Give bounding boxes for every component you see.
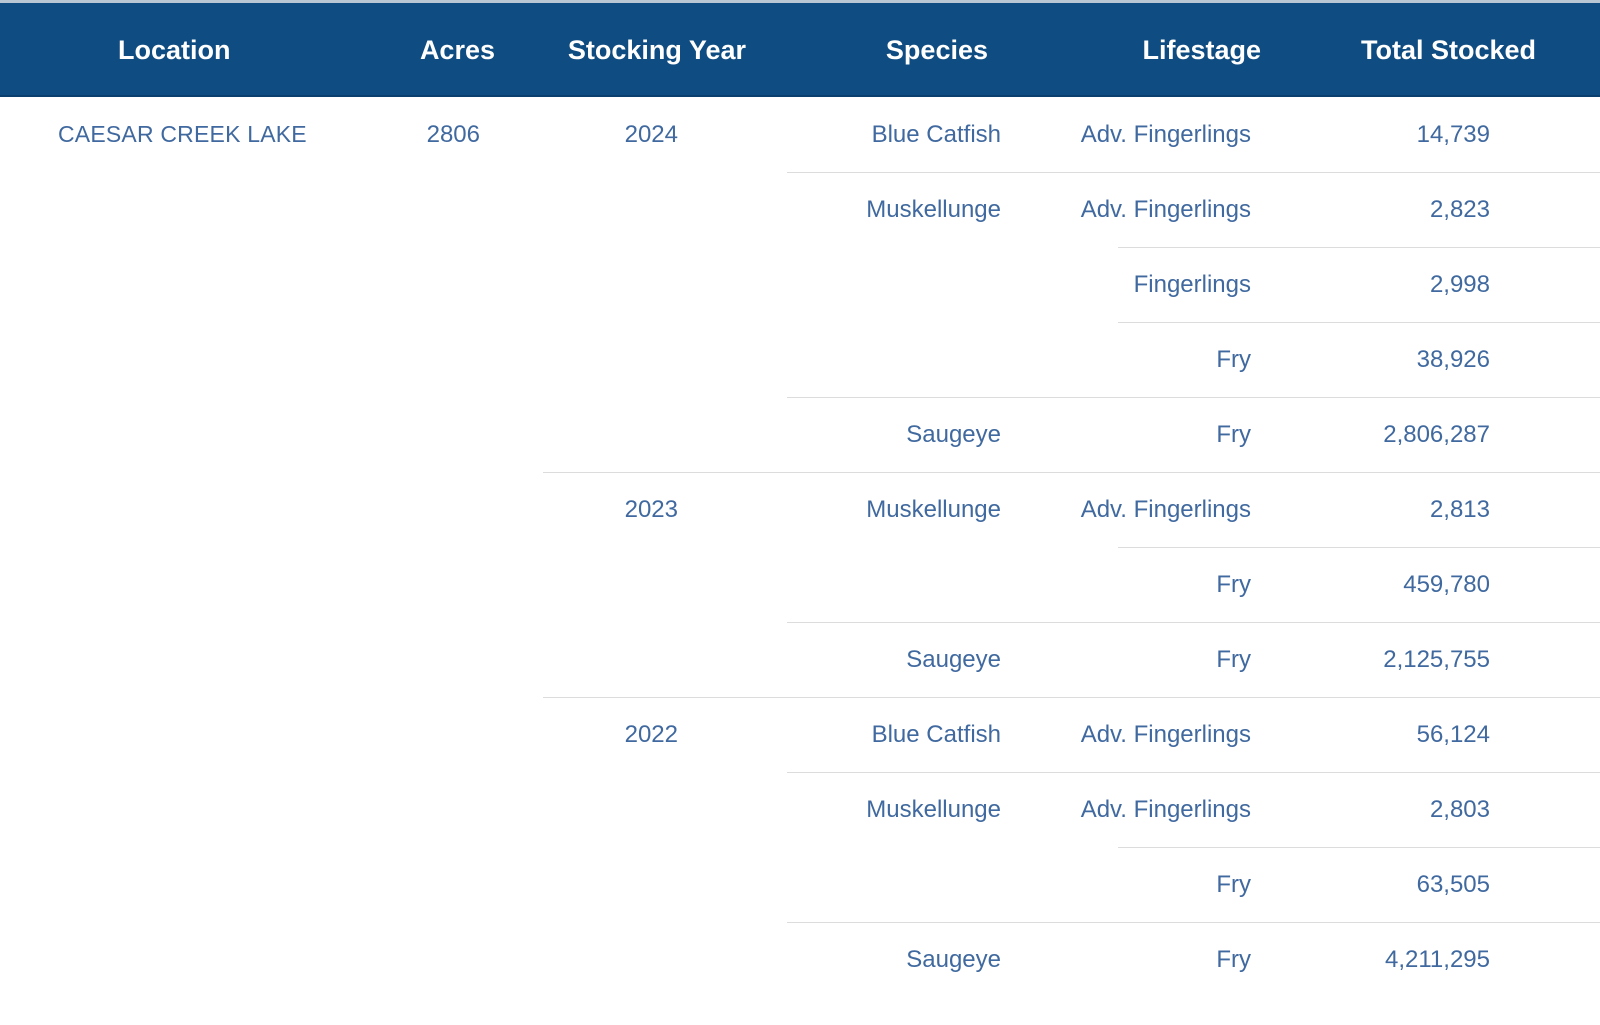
cell-total-stocked: 459,780 [0,547,1490,622]
table-row[interactable]: MuskellungeAdv. Fingerlings2,823 [0,172,1600,247]
cell-total-stocked: 56,124 [0,697,1490,772]
cell-total-stocked: 2,998 [0,247,1490,322]
table-row[interactable]: 2023MuskellungeAdv. Fingerlings2,813 [0,472,1600,547]
cell-total-stocked: 4,211,295 [0,922,1490,997]
table-header-row: Location Acres Stocking Year Species Lif… [0,3,1600,97]
column-header-total-stocked[interactable]: Total Stocked [0,3,1536,97]
table-row[interactable]: MuskellungeAdv. Fingerlings2,803 [0,772,1600,847]
table-row[interactable]: Fry38,926 [0,322,1600,397]
cell-total-stocked: 2,803 [0,772,1490,847]
table-row[interactable]: SaugeyeFry2,806,287 [0,397,1600,472]
table-row[interactable]: Fingerlings2,998 [0,247,1600,322]
cell-total-stocked: 2,125,755 [0,622,1490,697]
fish-stocking-report: Location Acres Stocking Year Species Lif… [0,0,1600,1025]
table-row[interactable]: SaugeyeFry2,125,755 [0,622,1600,697]
cell-total-stocked: 63,505 [0,847,1490,922]
table-row[interactable]: Fry63,505 [0,847,1600,922]
table-body: CAESAR CREEK LAKE28062024Blue CatfishAdv… [0,97,1600,1025]
cell-total-stocked: 2,823 [0,172,1490,247]
cell-total-stocked: 14,739 [0,97,1490,172]
cell-total-stocked: 2,813 [0,472,1490,547]
cell-total-stocked: 38,926 [0,322,1490,397]
table-row[interactable]: 2022Blue CatfishAdv. Fingerlings56,124 [0,697,1600,772]
table-row[interactable]: SaugeyeFry4,211,295 [0,922,1600,997]
table-row[interactable]: Fry459,780 [0,547,1600,622]
table-row[interactable]: CAESAR CREEK LAKE28062024Blue CatfishAdv… [0,97,1600,172]
cell-total-stocked: 2,806,287 [0,397,1490,472]
